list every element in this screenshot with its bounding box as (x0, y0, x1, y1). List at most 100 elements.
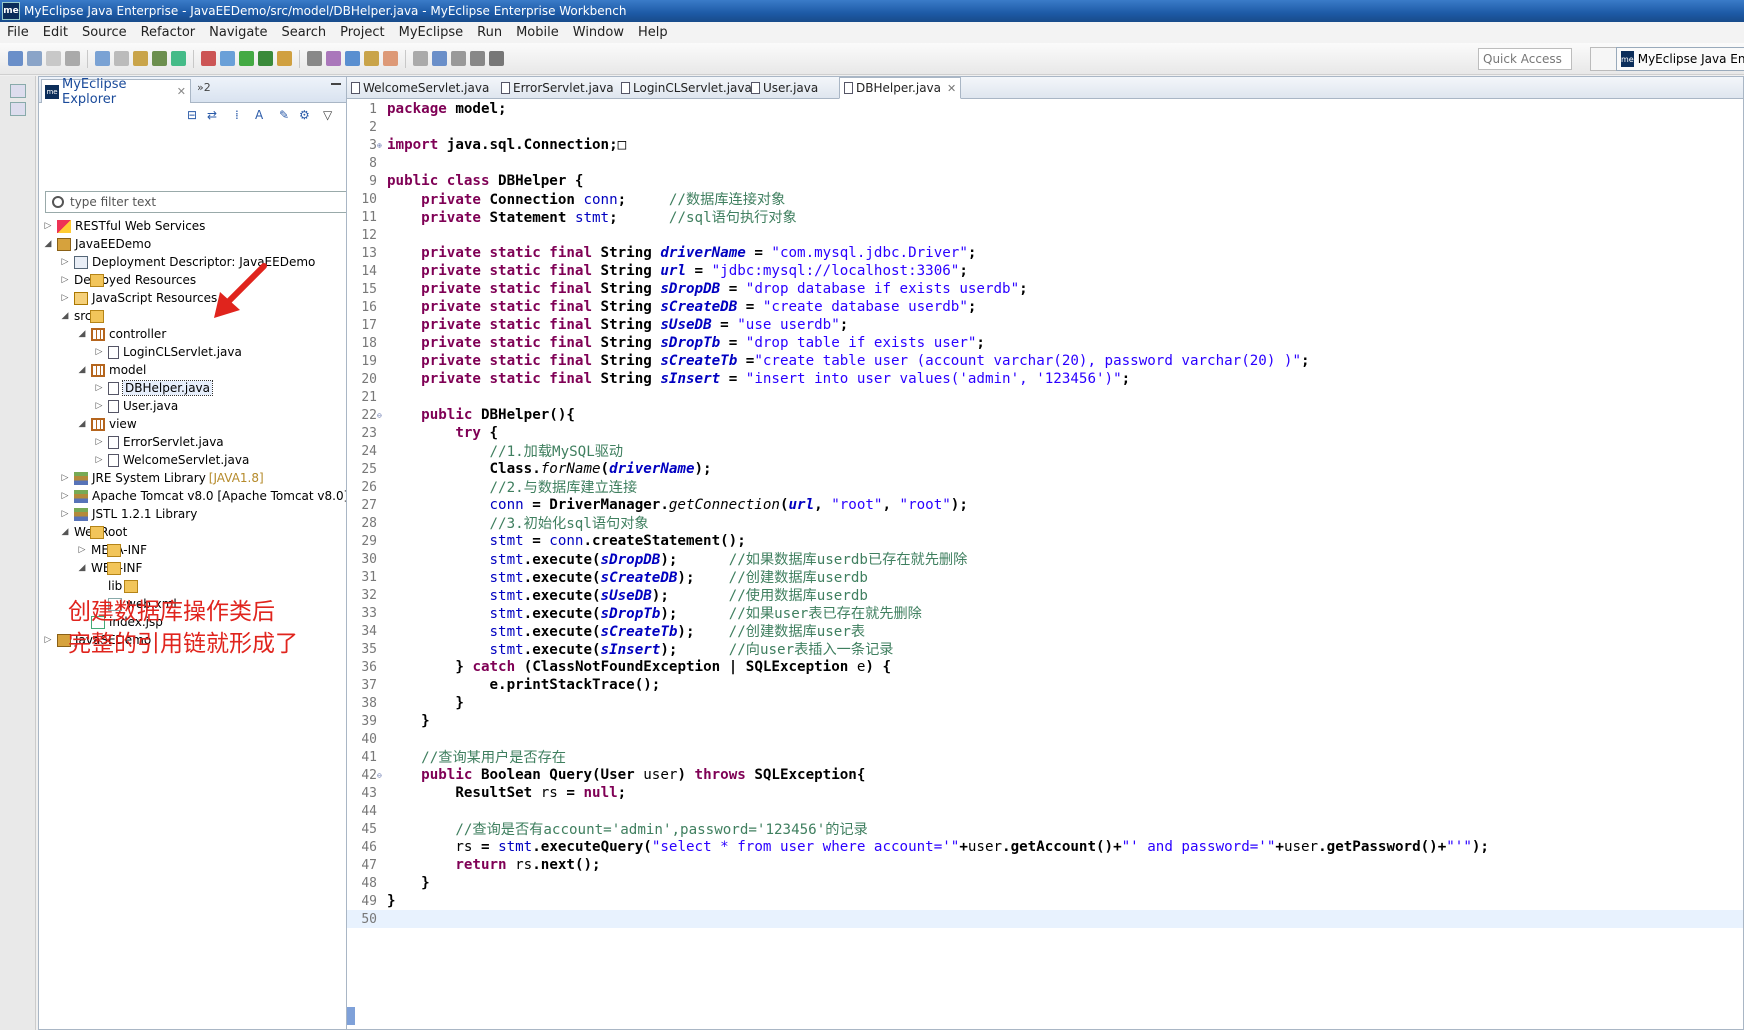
expand-arrow-icon[interactable]: ◢ (77, 329, 87, 339)
menu-refactor[interactable]: Refactor (134, 25, 203, 40)
filter-icon[interactable]: ⁞ (235, 108, 239, 122)
quick-access-field[interactable]: Quick Access (1478, 48, 1572, 70)
menu-project[interactable]: Project (333, 25, 391, 40)
menu-myeclipse[interactable]: MyEclipse (392, 25, 471, 40)
tree-item[interactable]: ◢ JavaEEDemo (43, 235, 152, 253)
expand-arrow-icon[interactable]: ▷ (94, 347, 104, 357)
expand-arrow-icon[interactable]: ◢ (60, 311, 70, 321)
tree-item[interactable]: ▷ JavaScript Resources (60, 289, 218, 307)
minimize-icon[interactable] (331, 83, 341, 85)
expand-arrow-icon[interactable]: ◢ (77, 365, 87, 375)
toolbar-button-icon[interactable] (383, 51, 398, 66)
tree-item[interactable]: ▷ JSTL 1.2.1 Library (60, 505, 198, 523)
toolbar-button-icon[interactable] (171, 51, 186, 66)
close-icon[interactable]: ✕ (947, 82, 956, 95)
toolbar-button-icon[interactable] (95, 51, 110, 66)
toolbar-button-icon[interactable] (220, 51, 235, 66)
sync-icon[interactable]: ⚙ (299, 108, 310, 122)
menu-run[interactable]: Run (470, 25, 509, 40)
toolbar-button-icon[interactable] (489, 51, 504, 66)
tree-item[interactable]: ▷ Deployed Resources (60, 271, 197, 289)
hidden-views-chevron[interactable]: »2 (197, 81, 211, 94)
toolbar-button-icon[interactable] (133, 51, 148, 66)
tree-item[interactable]: ▷ RESTful Web Services (43, 217, 206, 235)
toolbar-button-icon[interactable] (432, 51, 447, 66)
tree-item[interactable]: ▷ JRE System Library [JAVA1.8] (60, 469, 264, 487)
tree-item[interactable]: lib (94, 577, 138, 595)
editor-tab[interactable]: ErrorServlet.java (501, 77, 614, 99)
menu-search[interactable]: Search (274, 25, 333, 40)
close-icon[interactable]: ✕ (177, 85, 186, 98)
toolbar-button-icon[interactable] (307, 51, 322, 66)
toolbar-button-icon[interactable] (277, 51, 292, 66)
menu-window[interactable]: Window (566, 25, 631, 40)
menu-edit[interactable]: Edit (36, 25, 75, 40)
expand-arrow-icon[interactable]: ▷ (94, 383, 104, 393)
toolbar-button-icon[interactable] (413, 51, 428, 66)
tree-item[interactable]: ◢WebRoot (60, 523, 128, 541)
expand-arrow-icon[interactable]: ▷ (94, 401, 104, 411)
expand-arrow-icon[interactable]: ◢ (60, 527, 70, 537)
tree-item[interactable]: ▷ ErrorServlet.java (94, 433, 224, 451)
expand-arrow-icon[interactable]: ▷ (60, 257, 70, 267)
toolbar-button-icon[interactable] (201, 51, 216, 66)
tree-item[interactable]: ◢ src (60, 307, 104, 325)
tab-myeclipse-explorer[interactable]: me MyEclipse Explorer ✕ (41, 77, 191, 107)
tree-item[interactable]: ◢ view (77, 415, 137, 433)
tree-item[interactable]: ▷ DBHelper.java (94, 379, 214, 397)
toolbar-button-icon[interactable] (152, 51, 167, 66)
view-menu-icon[interactable]: ▽ (323, 108, 332, 122)
menu-file[interactable]: File (0, 25, 36, 40)
toolbar-button-icon[interactable] (8, 51, 23, 66)
toolbar-button-icon[interactable] (239, 51, 254, 66)
view-icon[interactable] (10, 102, 26, 116)
menu-help[interactable]: Help (631, 25, 675, 40)
tree-item[interactable]: ◢ controller (77, 325, 167, 343)
editor-tab[interactable]: User.java (751, 77, 818, 99)
tree-item[interactable]: ▷ Deployment Descriptor: JavaEEDemo (60, 253, 316, 271)
expand-arrow-icon[interactable]: ▷ (77, 545, 87, 555)
toolbar-button-icon[interactable] (258, 51, 273, 66)
expand-arrow-icon[interactable]: ▷ (43, 635, 53, 645)
tree-item[interactable]: ▷ LoginCLServlet.java (94, 343, 242, 361)
expand-arrow-icon[interactable]: ▷ (43, 221, 53, 231)
fold-toggle-icon[interactable]: ⊖ (377, 771, 385, 780)
expand-arrow-icon[interactable]: ▷ (60, 275, 70, 285)
toolbar-button-icon[interactable] (326, 51, 341, 66)
expand-arrow-icon[interactable]: ▷ (60, 293, 70, 303)
toolbar-button-icon[interactable] (345, 51, 360, 66)
expand-arrow-icon[interactable]: ▷ (60, 491, 70, 501)
tree-item[interactable]: ▷ Apache Tomcat v8.0 [Apache Tomcat v8.0] (60, 487, 349, 505)
editor-tab[interactable]: LoginCLServlet.java (621, 77, 752, 99)
expand-arrow-icon[interactable]: ▷ (94, 455, 104, 465)
tree-item[interactable]: ◢WEB-INF (77, 559, 143, 577)
expand-arrow-icon[interactable]: ▷ (60, 473, 70, 483)
editor-tab[interactable]: WelcomeServlet.java (351, 77, 489, 99)
collapse-all-icon[interactable]: ⊟ (187, 108, 197, 122)
expand-arrow-icon[interactable]: ◢ (77, 419, 87, 429)
toolbar-button-icon[interactable] (451, 51, 466, 66)
perspective-switcher[interactable]: meMyEclipse Java Enterprise (1616, 47, 1744, 71)
menu-source[interactable]: Source (75, 25, 134, 40)
tree-item[interactable]: ▷META-INF (77, 541, 148, 559)
expand-arrow-icon[interactable]: ▷ (94, 437, 104, 447)
expand-arrow-icon[interactable]: ◢ (77, 563, 87, 573)
pin-icon[interactable]: ✎ (279, 108, 289, 122)
code-area[interactable]: 1 package model; 2 3 ⊕ import java.sql.Connec… (347, 99, 1744, 1030)
menu-mobile[interactable]: Mobile (509, 25, 566, 40)
tree-item[interactable]: ▷ WelcomeServlet.java (94, 451, 250, 469)
tree-item[interactable]: ▷ User.java (94, 397, 179, 415)
fold-toggle-icon[interactable]: ⊖ (377, 411, 385, 420)
tree-filter-input[interactable]: type filter text ▼ (45, 191, 369, 213)
editor-tab[interactable]: DBHelper.java ✕ (839, 77, 962, 99)
toolbar-button-icon[interactable] (364, 51, 379, 66)
expand-arrow-icon[interactable]: ▷ (60, 509, 70, 519)
tree-item[interactable]: ◢ model (77, 361, 147, 379)
toolbar-button-icon[interactable] (65, 51, 80, 66)
toolbar-button-icon[interactable] (470, 51, 485, 66)
text-size-icon[interactable]: A (255, 108, 263, 122)
link-editor-icon[interactable]: ⇄ (207, 108, 217, 122)
toolbar-button-icon[interactable] (114, 51, 129, 66)
toolbar-button-icon[interactable] (27, 51, 42, 66)
toolbar-button-icon[interactable] (46, 51, 61, 66)
